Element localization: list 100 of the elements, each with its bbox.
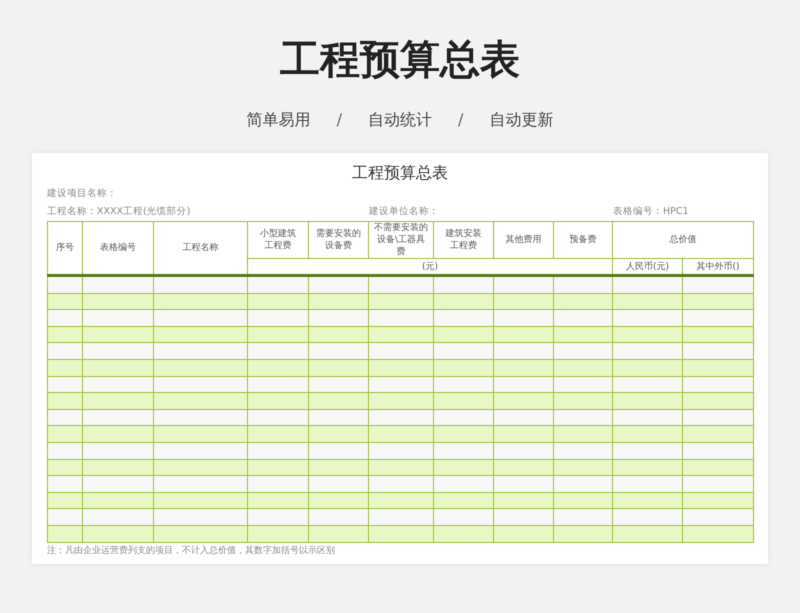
table-cell (554, 310, 612, 326)
table-cell (308, 359, 368, 376)
table-cell (48, 359, 82, 376)
table-cell (368, 326, 434, 343)
table-cell (682, 326, 754, 343)
table-cell (554, 442, 612, 460)
table-cell (682, 476, 754, 492)
column-header: 序号 (48, 222, 82, 276)
table-cell (612, 426, 682, 442)
table-cell (434, 359, 494, 376)
table-cell (248, 359, 308, 376)
table-cell (554, 293, 612, 310)
table-cell (248, 426, 308, 442)
table-cell (494, 525, 554, 542)
table-cell (82, 276, 154, 294)
table-cell (494, 326, 554, 343)
table-cell (554, 392, 612, 410)
table-cell (82, 342, 154, 360)
table-cell (612, 342, 682, 360)
table-cell (48, 476, 82, 492)
table-cell (682, 392, 754, 410)
table-cell (494, 392, 554, 410)
table-cell (434, 342, 494, 360)
table-cell (434, 409, 494, 426)
table-cell (82, 326, 154, 343)
table-cell (368, 476, 434, 492)
table-cell (308, 525, 368, 542)
column-header: 小型建筑工程费 (248, 222, 308, 258)
table-cell (82, 459, 154, 476)
table-cell (308, 392, 368, 410)
table-cell (368, 459, 434, 476)
table-cell (494, 342, 554, 360)
table-cell (612, 326, 682, 343)
table-cell (368, 310, 434, 326)
table-cell (48, 276, 82, 294)
table-cell (612, 376, 682, 393)
table-cell (248, 525, 308, 542)
table-cell (368, 376, 434, 393)
table-cell (494, 310, 554, 326)
table-cell (612, 492, 682, 509)
table-cell (248, 293, 308, 310)
table-cell (368, 276, 434, 294)
column-header: 需要安装的设备费 (308, 222, 368, 258)
table-cell (682, 276, 754, 294)
table-cell (308, 293, 368, 310)
table-cell (682, 525, 754, 542)
table-cell (248, 392, 308, 410)
tagline: 简单易用 (246, 110, 311, 131)
table-cell (612, 459, 682, 476)
table-cell (434, 525, 494, 542)
table-cell (248, 492, 308, 509)
table-cell (682, 459, 754, 476)
table-cell (682, 293, 754, 310)
table-cell (612, 442, 682, 460)
table-cell (682, 508, 754, 526)
table-cell (82, 392, 154, 410)
table-cell (554, 342, 612, 360)
table-cell (554, 525, 612, 542)
table-cell (82, 426, 154, 442)
table-cell (554, 508, 612, 526)
table-cell (308, 476, 368, 492)
table-cell (82, 293, 154, 310)
tagline: 自动统计 (368, 110, 432, 131)
table-cell (368, 508, 434, 526)
table-cell (48, 409, 82, 426)
table-cell (434, 276, 494, 294)
table-cell (82, 376, 154, 393)
table-cell (494, 276, 554, 294)
table-cell (434, 426, 494, 442)
table-cell (248, 459, 308, 476)
table-cell (48, 492, 82, 509)
table-cell (368, 392, 434, 410)
table-cell (308, 276, 368, 294)
table-cell (248, 276, 308, 294)
tagline: 自动更新 (489, 110, 554, 131)
table-cell (682, 310, 754, 326)
table-cell (48, 392, 82, 410)
separator-slash: / (458, 110, 464, 131)
table-cell (494, 426, 554, 442)
table-cell (308, 310, 368, 326)
column-header: 其他费用 (494, 222, 554, 258)
table-cell (494, 442, 554, 460)
table-cell (494, 293, 554, 310)
table-cell (434, 293, 494, 310)
table-cell (48, 342, 82, 360)
column-header: 建筑安装工程费 (434, 222, 494, 258)
table-cell (82, 442, 154, 460)
table-cell (554, 476, 612, 492)
footnote: 注：凡由企业运营费列支的项目，不计入总价值，其数字加括号以示区别 (47, 544, 336, 558)
table-cell (612, 508, 682, 526)
table-cell (248, 326, 308, 343)
table-cell (554, 459, 612, 476)
table-cell (308, 442, 368, 460)
table-cell (612, 409, 682, 426)
project-label: 建设项目名称： (47, 187, 117, 201)
table-cell (368, 492, 434, 509)
table-cell (434, 492, 494, 509)
table-cell (48, 525, 82, 542)
table-cell (308, 492, 368, 509)
table-cell (494, 492, 554, 509)
